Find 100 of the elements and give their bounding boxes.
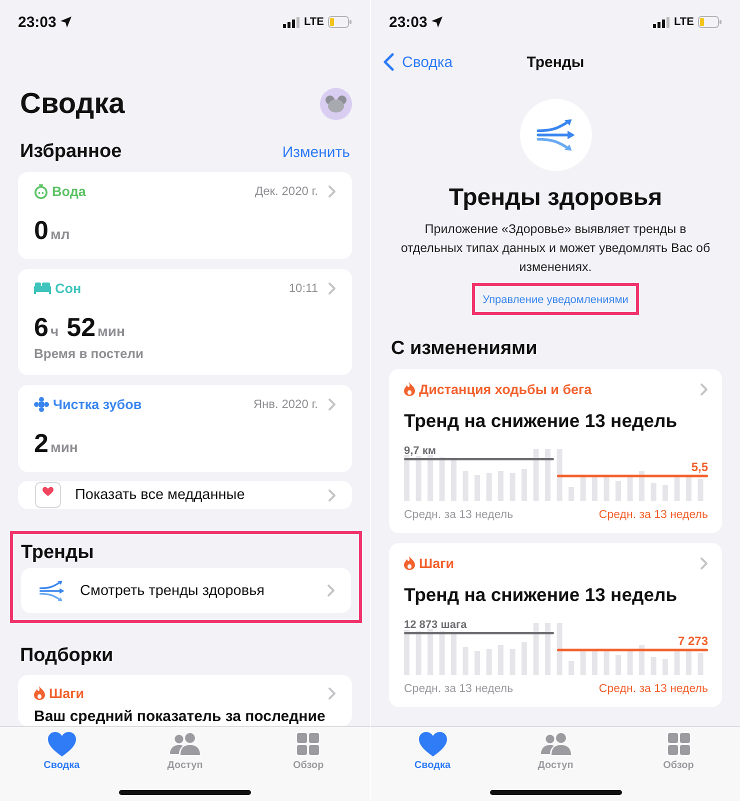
section-heading: Избранное <box>20 140 122 164</box>
bar <box>498 645 504 675</box>
tab-button[interactable]: Обзор <box>246 727 370 771</box>
metric-card[interactable]: Сон 10:11 6 ч 52 мин Время в постели <box>18 269 352 375</box>
back-chevron-icon <box>383 53 394 71</box>
section-heading: Подборки <box>20 644 114 668</box>
bar <box>451 459 456 501</box>
bar <box>486 649 492 675</box>
date-label: Янв. 2020 г. <box>253 397 318 411</box>
value-unit: мин <box>98 323 125 339</box>
tab-button[interactable]: Доступ <box>123 727 247 771</box>
bar <box>650 657 656 675</box>
section-heading: С изменениями <box>391 337 538 361</box>
average-value: 12 873 шага <box>404 619 467 631</box>
value-number: 6 <box>34 312 48 343</box>
chart-caption: Средн. за 13 недель <box>404 683 514 695</box>
bar <box>404 455 410 501</box>
value-number: 2 <box>34 428 48 459</box>
battery-icon <box>698 16 722 28</box>
bar <box>568 487 574 501</box>
bar <box>439 457 445 501</box>
bar <box>404 630 410 675</box>
tab-button[interactable]: Обзор <box>617 727 740 771</box>
bar <box>698 653 704 675</box>
bar <box>462 471 468 501</box>
value-caption: Время в постели <box>34 346 145 361</box>
bar <box>486 473 492 501</box>
bar <box>662 659 668 675</box>
flame-icon <box>34 686 45 700</box>
section-heading: Тренды <box>21 541 95 565</box>
signal-icon <box>283 16 300 28</box>
bar <box>698 479 704 501</box>
metric-card[interactable]: Чистка зубов Янв. 2020 г. 2 мин <box>18 385 352 472</box>
clock-time: 23:03 <box>389 14 428 30</box>
list-row[interactable]: Смотреть тренды здоровья <box>21 568 351 613</box>
date-label: 10:11 <box>288 281 318 295</box>
bar <box>616 655 621 675</box>
bar <box>674 475 680 501</box>
bar <box>604 476 610 501</box>
bar <box>428 455 433 501</box>
bar <box>568 661 574 675</box>
list-row[interactable]: Показать все медданные <box>18 481 352 509</box>
nav-title: Тренды <box>526 54 586 70</box>
trend-title: Тренд на снижение 13 недель <box>404 583 678 607</box>
people-icon <box>540 733 570 755</box>
bar <box>439 631 445 675</box>
hero-title: Тренды здоровья <box>448 183 662 213</box>
bar <box>474 651 480 675</box>
bar <box>533 449 539 501</box>
bar <box>462 647 468 675</box>
location-arrow-icon <box>431 16 444 28</box>
metric-title: Дистанция ходьбы и бега <box>419 382 592 396</box>
bar <box>592 650 598 675</box>
chart-caption: Средн. за 13 недель <box>404 509 514 521</box>
bar <box>545 623 550 675</box>
tab-button[interactable]: Доступ <box>494 727 617 771</box>
chevron-icon <box>700 382 708 396</box>
chevron-icon <box>327 584 335 597</box>
sparkle-icon <box>34 396 49 412</box>
edit-link[interactable]: Изменить <box>282 144 350 160</box>
highlight-card[interactable]: Шаги Ваш средний показатель за последние <box>18 675 352 726</box>
bar <box>592 476 598 501</box>
bar <box>522 642 527 675</box>
notifications-link[interactable]: Управление уведомлениями <box>482 294 628 306</box>
clock-time: 23:03 <box>18 14 56 30</box>
metric-card[interactable]: Вода Дек. 2020 г. 0 мл <box>18 172 352 259</box>
bar <box>533 623 539 675</box>
bar <box>627 475 633 501</box>
bar <box>556 623 562 675</box>
signal-icon <box>653 16 670 28</box>
grid-icon <box>297 733 320 755</box>
back-button[interactable]: Сводка <box>383 53 453 71</box>
bar <box>474 475 480 501</box>
bar <box>522 469 527 501</box>
average-value: 7 273 <box>678 634 708 648</box>
metric-title: Шаги <box>419 556 454 570</box>
avatar-icon <box>320 88 352 120</box>
bar <box>416 631 422 675</box>
value-number: 52 <box>66 312 96 343</box>
bar <box>580 476 586 501</box>
value-unit: мл <box>50 226 70 242</box>
metric-title: Вода <box>52 184 86 198</box>
trend-title: Тренд на снижение 13 недель <box>404 409 678 433</box>
network-label: LTE <box>304 16 324 28</box>
trend-card[interactable]: Дистанция ходьбы и бега Тренд на снижение 13 недель 9,7 км 5,5 Средн. за 13 недель Средн. за 13 недель <box>389 369 722 533</box>
battery-icon <box>328 16 352 28</box>
bar <box>686 477 692 501</box>
grid-icon <box>668 733 690 755</box>
trend-arrows-icon <box>534 118 576 152</box>
trend-card[interactable]: Шаги Тренд на снижение 13 недель 12 873 шага 7 273 Средн. за 13 недель Средн. за 13 недель <box>389 543 722 707</box>
chevron-icon <box>700 556 708 570</box>
date-label: Дек. 2020 г. <box>255 184 318 198</box>
flame-icon <box>404 556 415 570</box>
tab-button[interactable]: Сводка <box>371 727 494 771</box>
flame-icon <box>404 382 415 396</box>
bar <box>580 650 586 675</box>
bar <box>545 449 550 501</box>
average-value: 5,5 <box>691 460 708 474</box>
tab-button[interactable]: Сводка <box>0 727 124 771</box>
bar <box>510 473 516 501</box>
